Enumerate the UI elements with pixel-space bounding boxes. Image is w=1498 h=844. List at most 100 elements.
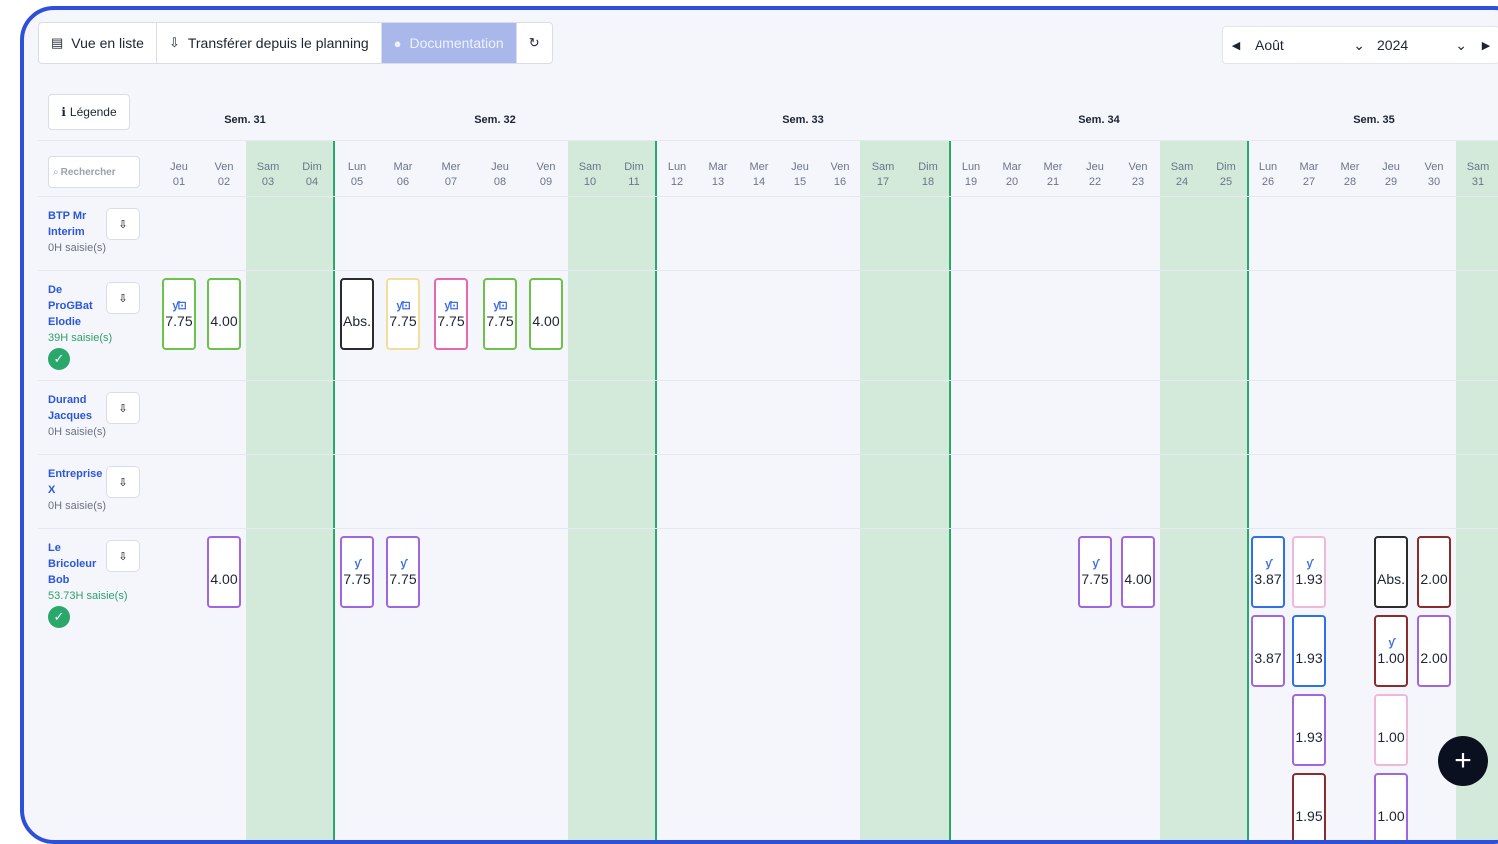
entry-value: 1.93 (1295, 650, 1323, 666)
time-entry-card[interactable]: 4.00 (1121, 536, 1155, 608)
day-header: Sam 24 (1171, 160, 1194, 190)
employee-hours: 0H saisie(s) (48, 242, 107, 254)
add-entry-button[interactable]: + (1438, 736, 1488, 786)
entry-value: 3.87 (1254, 650, 1282, 666)
day-name: Lun (961, 161, 981, 173)
entry-value: 4.00 (210, 571, 238, 587)
transfer-employee-button[interactable]: ⇩ (106, 466, 140, 498)
day-name: Mar (393, 161, 413, 173)
day-number: 13 (711, 176, 725, 188)
day-header: Lun 26 (1259, 160, 1277, 190)
day-name: Lun (347, 161, 367, 173)
transfer-employee-button[interactable]: ⇩ (106, 540, 140, 572)
time-entry-card[interactable]: ƴ 7.75 (386, 536, 420, 608)
employee-name[interactable]: Entreprise X (48, 466, 106, 498)
time-entry-card[interactable]: ƴ 1.93 (1292, 536, 1326, 608)
time-entry-card[interactable]: ƴ 7.75 (1078, 536, 1112, 608)
day-number: 12 (670, 176, 684, 188)
entry-value: Abs. (342, 313, 371, 329)
weekend-column (1204, 140, 1248, 840)
day-name: Jeu (791, 161, 809, 173)
time-entry-card[interactable]: ƴ 3.87 (1251, 536, 1285, 608)
day-header: Mar 13 (709, 160, 728, 190)
list-view-button[interactable]: ▤ Vue en liste (39, 23, 157, 63)
day-number: 06 (396, 176, 410, 188)
employee-row-header: Entreprise X 0H saisie(s) ⇩ (48, 466, 148, 512)
time-entry-card[interactable]: 1.93 (1292, 694, 1326, 766)
day-name: Dim (624, 161, 644, 173)
day-header: Lun 12 (668, 160, 686, 190)
day-name: Mer (1340, 161, 1360, 173)
row-divider (38, 454, 1498, 455)
time-entry-card[interactable]: 1.00 (1374, 694, 1408, 766)
employee-name[interactable]: De ProGBat Elodie (48, 282, 106, 330)
list-view-label: Vue en liste (71, 35, 144, 51)
time-entry-card[interactable]: 1.95 (1292, 773, 1326, 840)
transfer-employee-button[interactable]: ⇩ (106, 208, 140, 240)
time-entry-card[interactable]: ƴ 7.75 (340, 536, 374, 608)
time-entry-card[interactable]: 1.00 (1374, 773, 1408, 840)
weekend-column (246, 140, 290, 840)
search-placeholder: Rechercher (60, 166, 116, 178)
time-entry-card[interactable]: 4.00 (529, 278, 563, 350)
time-entry-card[interactable]: 1.93 (1292, 615, 1326, 687)
time-entry-card[interactable]: ƴ⊡ 7.75 (386, 278, 420, 350)
day-name: Dim (302, 161, 322, 173)
time-entry-card[interactable]: Abs. (1374, 536, 1408, 608)
list-icon: ▤ (51, 35, 64, 50)
transfer-employee-button[interactable]: ⇩ (106, 392, 140, 424)
time-entry-card[interactable]: 2.00 (1417, 536, 1451, 608)
day-header: Mer 28 (1341, 160, 1360, 190)
time-entry-card[interactable]: 4.00 (207, 278, 241, 350)
time-entry-card[interactable]: ƴ⊡ 7.75 (483, 278, 517, 350)
search-input[interactable]: ⌕ Rechercher (48, 156, 140, 188)
legend-button[interactable]: ℹ Légende (48, 94, 130, 130)
day-name: Ven (214, 161, 234, 173)
time-entry-card[interactable]: ƴ⊡ 7.75 (434, 278, 468, 350)
time-entry-card[interactable]: 4.00 (207, 536, 241, 608)
add-icon: + (1454, 744, 1472, 777)
entry-value: 1.00 (1377, 650, 1405, 666)
day-name: Mar (708, 161, 728, 173)
day-header: Dim 11 (624, 160, 644, 190)
day-number: 31 (1471, 176, 1485, 188)
time-entry-card[interactable]: ƴ⊡ 7.75 (162, 278, 196, 350)
day-name: Dim (918, 161, 938, 173)
week-separator (333, 140, 335, 840)
transfer-icon: ⇩ (118, 218, 128, 231)
weekend-column (290, 140, 334, 840)
time-entry-card[interactable]: 2.00 (1417, 615, 1451, 687)
day-header: Sam 03 (257, 160, 280, 190)
employee-name[interactable]: Durand Jacques (48, 392, 106, 424)
day-header: Sam 31 (1467, 160, 1490, 190)
day-header: Mar 20 (1003, 160, 1022, 190)
meal-bus-icon: ƴ⊡ (493, 300, 507, 312)
day-number: 25 (1219, 176, 1233, 188)
info-icon: ℹ (61, 105, 66, 119)
employee-hours: 0H saisie(s) (48, 426, 107, 438)
employee-name[interactable]: Le Bricoleur Bob (48, 540, 106, 588)
week-separator (1247, 140, 1249, 840)
time-entry-card[interactable]: 3.87 (1251, 615, 1285, 687)
check-icon: ✓ (48, 348, 70, 370)
day-header: Ven 16 (831, 160, 850, 190)
time-entry-card[interactable]: Abs. (340, 278, 374, 350)
transfer-employee-button[interactable]: ⇩ (106, 282, 140, 314)
entry-value: 4.00 (532, 313, 560, 329)
employee-name[interactable]: BTP Mr Interim (48, 208, 106, 240)
day-header: Lun 19 (962, 160, 980, 190)
entry-value: 1.93 (1295, 571, 1323, 587)
day-number: 03 (261, 176, 275, 188)
day-number: 28 (1343, 176, 1357, 188)
legend-label: Légende (69, 105, 117, 119)
week-label: Sem. 32 (474, 114, 516, 126)
weekend-column (860, 140, 906, 840)
entry-value: 2.00 (1420, 571, 1448, 587)
week-separator (655, 140, 657, 840)
day-number: 23 (1131, 176, 1145, 188)
calendar-grid: Jeu 01 Ven 02 Sam 03 Dim 04 Lun 05 Mar 06 Mer 07 Jeu 08… (152, 10, 1498, 840)
time-entry-card[interactable]: ƴ 1.00 (1374, 615, 1408, 687)
meal-icon: ƴ (1092, 558, 1098, 570)
weekend-column (612, 140, 656, 840)
entry-value: 7.75 (1081, 571, 1109, 587)
